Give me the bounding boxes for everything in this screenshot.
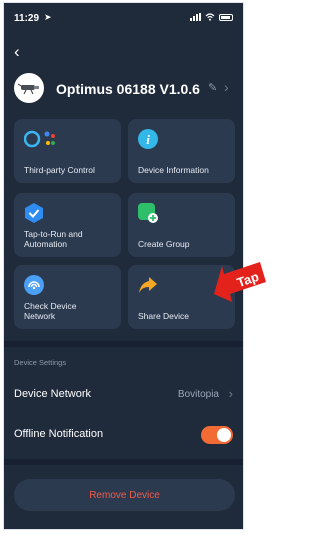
row-label: Device Network (14, 388, 92, 400)
section-divider (4, 341, 243, 347)
chevron-right-icon: › (228, 386, 233, 401)
assistant-icons (24, 130, 55, 148)
tile-check-device-network[interactable]: Check Device Network (14, 265, 121, 329)
status-bar: 11:29 ➤ (4, 3, 243, 33)
device-avatar (14, 73, 44, 103)
tile-third-party-control[interactable]: Third-party Control (14, 119, 121, 183)
share-arrow-icon (139, 277, 157, 293)
wifi-icon (205, 13, 215, 21)
network-check-icon (24, 275, 44, 295)
tile-label: Check Device Network (24, 301, 77, 321)
toggle-knob (217, 428, 231, 442)
device-title: Optimus 06188 V1.0.6 (56, 81, 200, 97)
remove-device-button[interactable]: Remove Device (14, 479, 235, 511)
location-icon: ➤ (44, 12, 52, 22)
tile-label: Tap-to-Run and Automation (24, 229, 83, 249)
tile-label: Device Information (138, 165, 209, 175)
info-icon: i (138, 129, 158, 149)
tile-label: Share Device (138, 311, 190, 321)
status-time: 11:29 (14, 13, 40, 24)
signal-icon (190, 13, 201, 21)
phone-screen: 11:29 ➤ ‹ Optimus 06188 V1.0.6 ✎ › Third… (3, 2, 244, 530)
battery-icon (219, 13, 233, 21)
device-header[interactable]: Optimus 06188 V1.0.6 ✎ › (4, 73, 243, 105)
offline-notification-row: Offline Notification (4, 417, 243, 453)
tile-label: Third-party Control (24, 165, 95, 175)
tile-tap-to-run[interactable]: Tap-to-Run and Automation (14, 193, 121, 257)
automation-icon (25, 203, 43, 223)
section-divider (4, 459, 243, 465)
tap-annotation-arrow: Tap (214, 262, 266, 302)
create-group-icon (138, 203, 158, 223)
row-value: Bovitopia (177, 389, 219, 400)
offline-notification-toggle[interactable] (201, 426, 233, 444)
section-label: Device Settings (14, 358, 67, 367)
chevron-right-icon[interactable]: › (224, 79, 229, 95)
row-label: Offline Notification (14, 428, 104, 440)
tile-label: Create Group (138, 239, 190, 249)
device-network-row[interactable]: Device Network Bovitopia › (4, 377, 243, 413)
svg-text:i: i (146, 132, 150, 147)
tile-device-information[interactable]: i Device Information (128, 119, 235, 183)
back-chevron-icon[interactable]: ‹ (14, 43, 20, 60)
device-image-icon (18, 83, 39, 95)
edit-icon[interactable]: ✎ (208, 81, 217, 94)
tile-create-group[interactable]: Create Group (128, 193, 235, 257)
